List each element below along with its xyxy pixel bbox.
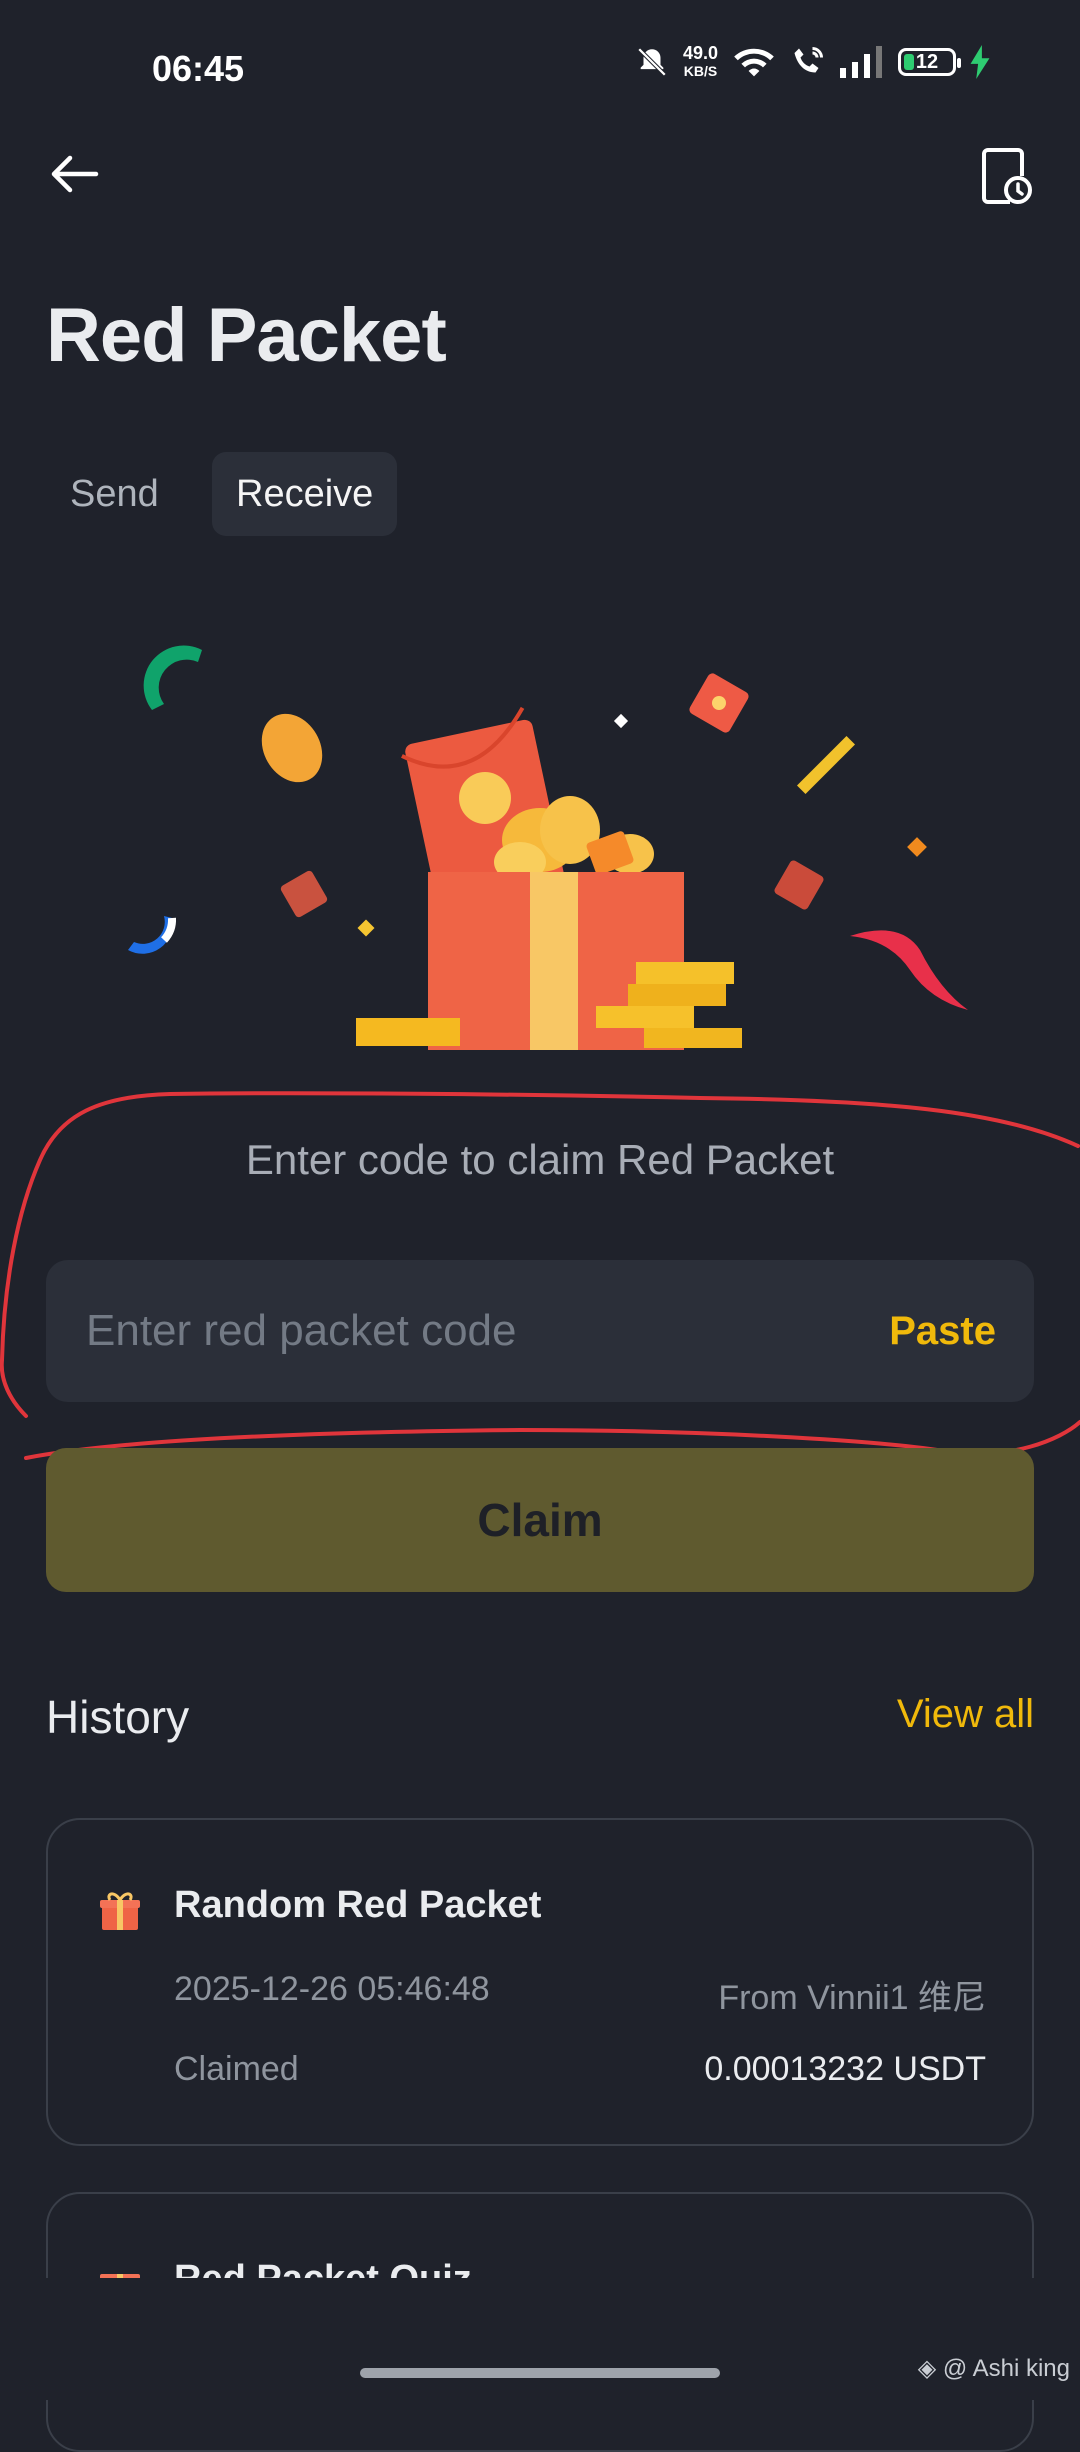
watermark: ◈ @ Ashi king <box>918 2354 1070 2383</box>
tab-send[interactable]: Send <box>46 452 183 536</box>
net-speed-value: 49.0 <box>682 43 718 63</box>
home-indicator[interactable] <box>360 2368 720 2378</box>
status-time: 06:45 <box>152 48 245 89</box>
wifi-icon <box>734 48 774 77</box>
red-packet-illustration <box>128 645 968 1050</box>
binance-logo-icon: ◈ <box>917 2355 937 2382</box>
history-item[interactable]: Random Red Packet 2025-12-26 05:46:48 Fr… <box>46 1818 1034 2146</box>
charging-icon <box>970 45 990 79</box>
red-packet-code-input[interactable] <box>84 1305 890 1357</box>
battery-level: 12 <box>915 50 939 73</box>
wifi-calling-icon <box>794 47 823 73</box>
history-item-amount: 0.00013232 USDT <box>704 2050 986 2088</box>
history-item-title: Random Red Packet <box>174 1884 542 1926</box>
status-icons: 49.0 KB/S 12 <box>635 44 990 80</box>
battery-icon: 12 <box>898 48 961 76</box>
mute-icon <box>637 47 667 77</box>
code-field: Paste <box>46 1260 1034 1402</box>
net-speed: 49.0 KB/S <box>683 44 718 80</box>
history-item-datetime: 2025-12-26 05:46:48 <box>174 1970 490 2008</box>
history-item-sender: From Vinnii1 维尼 <box>718 1979 986 2017</box>
claim-hint: Enter code to claim Red Packet <box>245 1136 835 1183</box>
history-title: History <box>46 1691 190 1743</box>
gift-icon <box>100 1892 140 1930</box>
tab-receive[interactable]: Receive <box>212 452 398 536</box>
paste-button[interactable]: Paste <box>889 1309 996 1354</box>
history-item-status: Claimed <box>174 2050 299 2088</box>
view-all-link[interactable]: View all <box>897 1692 1034 1737</box>
back-arrow-icon[interactable] <box>46 146 102 202</box>
watermark-text: @ Ashi king <box>942 2355 1070 2382</box>
net-speed-unit: KB/S <box>683 63 718 79</box>
claim-button[interactable]: Claim <box>46 1448 1034 1592</box>
page-title: Red Packet <box>46 293 447 378</box>
signal-icon <box>840 46 882 78</box>
records-clock-icon[interactable] <box>980 146 1032 206</box>
